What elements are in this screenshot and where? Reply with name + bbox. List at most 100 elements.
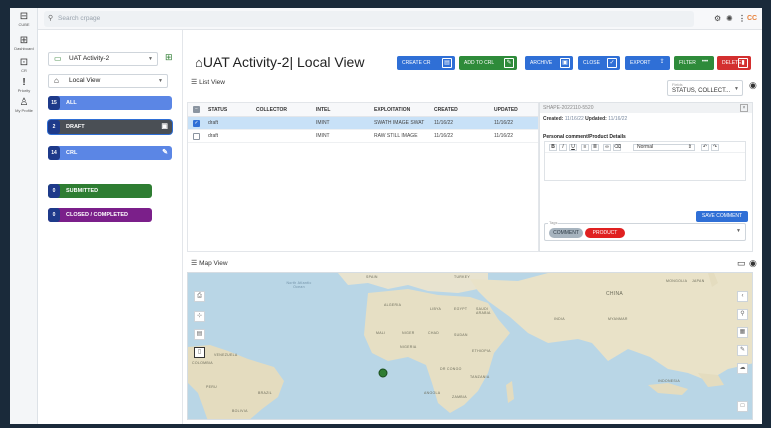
map-label: SAUDI ARABIA xyxy=(476,307,491,315)
filter-label: CLOSED / COMPLETED xyxy=(66,212,129,218)
button-label: ARCHIVE xyxy=(530,60,553,66)
notifications-icon[interactable]: ✺ xyxy=(726,13,733,25)
italic-icon[interactable]: I xyxy=(559,144,567,151)
comment-editor[interactable]: B I U ≡ ≣ ∞ ⌫ Normal ⇕ ↶ ↷ xyxy=(544,141,746,181)
ordered-list-icon[interactable]: ≡ xyxy=(581,144,589,151)
gear-icon[interactable]: ⚙ xyxy=(714,13,721,25)
underline-icon[interactable]: U xyxy=(569,144,577,151)
check-icon: ✓ xyxy=(607,58,617,68)
filter-submitted[interactable]: 0 SUBMITTED xyxy=(48,184,152,198)
detail-id: SHAPE-2022110-5520 xyxy=(543,105,594,111)
row-checkbox[interactable]: ✓ xyxy=(193,120,200,127)
undo-icon[interactable]: ↶ xyxy=(701,144,709,151)
tag-chip-product[interactable]: PRODUCT xyxy=(585,228,625,238)
fullscreen-icon[interactable]: □ xyxy=(737,401,748,412)
add-activity-icon[interactable]: ⊞ xyxy=(165,52,173,63)
zoom-search-icon[interactable]: ⚲ xyxy=(737,309,748,320)
delete-button[interactable]: DELETE ▮ xyxy=(717,56,751,70)
map-marker xyxy=(378,368,388,378)
filter-label: ALL xyxy=(66,100,77,106)
pencil-icon[interactable]: ✎ xyxy=(737,345,748,356)
map-label: SPAIN xyxy=(366,275,378,279)
tags-select[interactable]: Tags COMMENT PRODUCT ▼ xyxy=(544,220,746,241)
layers-icon[interactable]: ▤ xyxy=(194,329,205,340)
tag-chip-comment[interactable]: COMMENT xyxy=(549,228,583,238)
bullet-list-icon[interactable]: ≣ xyxy=(591,144,599,151)
app-window: ⊟ CUBE ⊞ Dashboard ⊡ CR ! Priority ♙ My … xyxy=(10,8,762,424)
fields-select[interactable]: Fields STATUS, COLLECT... ▼ xyxy=(667,80,743,96)
filter-count: 15 xyxy=(48,96,60,110)
format-select[interactable]: Normal ⇕ xyxy=(633,144,695,151)
cell-intel: IMINT xyxy=(316,133,330,139)
rail-label: Priority xyxy=(17,88,31,93)
map-label: SUDAN xyxy=(454,333,468,337)
save-icon: ▣ xyxy=(161,123,168,130)
grid-icon[interactable]: ▦ xyxy=(737,327,748,338)
avatar[interactable]: CC xyxy=(745,12,759,26)
chevron-down-icon: ▼ xyxy=(734,86,739,92)
left-panel: ▭ UAT Activity-2 ▼ ⊞ ⌂ Local View ▼ 15 A… xyxy=(38,30,183,424)
monitor-icon[interactable]: ▭ xyxy=(737,258,746,269)
row-checkbox[interactable] xyxy=(193,133,200,140)
visibility-icon[interactable]: ◉ xyxy=(749,258,757,269)
column-header-created[interactable]: CREATED xyxy=(434,103,458,117)
link-icon[interactable]: ∞ xyxy=(603,144,611,151)
map-label: JAPAN xyxy=(692,279,705,283)
main-content: ⌂UAT Activity-2| Local View CREATE CR ▤ A… xyxy=(183,30,762,424)
redo-icon[interactable]: ↷ xyxy=(711,144,719,151)
rail-cr[interactable]: ⊡ CR xyxy=(10,57,38,74)
visibility-icon[interactable]: ◉ xyxy=(749,80,757,91)
activity-icon: ▭ xyxy=(54,54,62,63)
more-horiz-icon: ••• xyxy=(701,59,709,65)
search-input[interactable]: ⚲ Search crpage xyxy=(44,11,694,27)
close-button[interactable]: CLOSE ✓ xyxy=(578,56,620,70)
export-button[interactable]: EXPORT ⇪ xyxy=(625,56,670,70)
list-view-text: List View xyxy=(199,79,225,86)
page-title: ⌂UAT Activity-2| Local View xyxy=(195,54,364,71)
column-header-intel[interactable]: INTEL xyxy=(316,103,330,117)
filter-count: 14 xyxy=(48,146,60,160)
save-comment-button[interactable]: SAVE COMMENT xyxy=(696,211,748,222)
close-icon[interactable]: × xyxy=(740,104,748,112)
chevron-down-icon: ⇕ xyxy=(687,144,692,150)
activity-select[interactable]: ▭ UAT Activity-2 ▼ xyxy=(48,52,158,66)
column-header-updated[interactable]: UPDATED xyxy=(494,103,518,117)
filter-crl[interactable]: 14 CRL ✎ xyxy=(48,146,172,160)
cloud-upload-icon[interactable]: ☁ xyxy=(737,363,748,374)
add-to-crl-button[interactable]: ADD TO CRL ✎ xyxy=(459,56,517,70)
select-all-checkbox[interactable]: − xyxy=(193,106,200,113)
map-label: MALI xyxy=(376,331,386,335)
rail-priority[interactable]: ! Priority xyxy=(10,78,38,94)
fields-value: STATUS, COLLECT... xyxy=(672,88,731,94)
chevron-down-icon: ▼ xyxy=(158,78,163,84)
filter-draft[interactable]: 2 DRAFT ▣ xyxy=(48,120,172,134)
column-header-collector[interactable]: COLLECTOR xyxy=(256,103,287,117)
rail-cube[interactable]: ⊟ CUBE xyxy=(10,12,38,28)
archive-button[interactable]: ARCHIVE ▣ xyxy=(525,56,573,70)
filter-button[interactable]: FILTER ••• xyxy=(674,56,714,70)
map-canvas[interactable]: SPAIN TURKEY North Atlantic Ocean ALGERI… xyxy=(187,272,753,420)
filter-closed-completed[interactable]: 0 CLOSED / COMPLETED xyxy=(48,208,152,222)
table-row[interactable]: draft IMINT RAW STILL IMAGE 11/16/22 11/… xyxy=(188,130,538,143)
collapse-icon[interactable]: ‹ xyxy=(737,291,748,302)
bold-icon[interactable]: B xyxy=(549,144,557,151)
rail-my-profile[interactable]: ♙ My Profile xyxy=(10,98,38,114)
view-select[interactable]: ⌂ Local View ▼ xyxy=(48,74,168,88)
map-label: DR CONGO xyxy=(440,367,462,371)
filter-all[interactable]: 15 ALL xyxy=(48,96,172,110)
column-header-exploitation[interactable]: EXPLOITATION xyxy=(374,103,410,117)
column-header-status[interactable]: STATUS xyxy=(208,103,227,117)
cr-icon: ⊡ xyxy=(19,57,29,68)
world-map-svg xyxy=(188,273,752,419)
clear-format-icon[interactable]: ⌫ xyxy=(613,144,621,151)
map-label: COLOMBIA xyxy=(192,361,213,365)
draw-rectangle-icon[interactable]: ▯ xyxy=(194,347,205,358)
table-row[interactable]: ✓ draft IMINT SWATH IMAGE SWAT 11/16/22 … xyxy=(188,117,538,130)
rail-dashboard[interactable]: ⊞ Dashboard xyxy=(10,36,38,52)
map-icon: ☰ xyxy=(191,260,198,267)
measure-icon[interactable]: ⊹ xyxy=(194,311,205,322)
map-label: INDONESIA xyxy=(658,379,680,383)
create-cr-button[interactable]: CREATE CR ▤ xyxy=(397,56,455,70)
print-icon[interactable]: ⎙ xyxy=(194,291,205,302)
map-label: ANGOLA xyxy=(424,391,441,395)
